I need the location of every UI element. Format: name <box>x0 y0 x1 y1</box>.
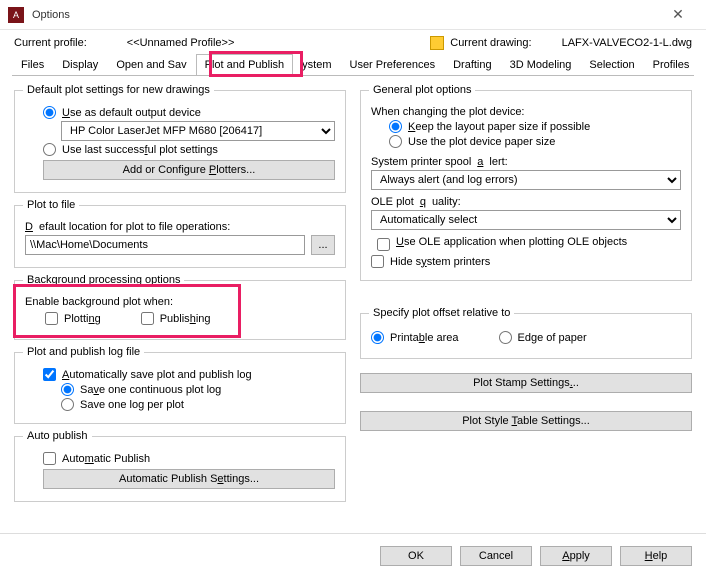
plot-stamp-settings-button[interactable]: Plot Stamp Settings... <box>360 373 692 393</box>
label-use-default: Use as default output device <box>62 107 201 119</box>
profile-label: Current profile: <box>14 37 87 49</box>
tab-open-save[interactable]: Open and Sav <box>107 54 195 75</box>
select-ole-quality[interactable]: Automatically select <box>371 210 681 230</box>
group-plot-offset: Specify plot offset relative to Printabl… <box>360 307 692 359</box>
legend: General plot options <box>369 84 475 96</box>
label-use-plot-device: Use the plot device paper size <box>408 136 555 148</box>
checkbox-publishing[interactable] <box>141 312 154 325</box>
drawing-value: LAFX-VALVECO2-1-L.dwg <box>562 37 692 49</box>
checkbox-automatic-publish[interactable] <box>43 452 56 465</box>
browse-button[interactable]: ... <box>311 235 335 255</box>
label-default-location: Default location for plot to file operat… <box>25 221 335 233</box>
left-column: Default plot settings for new drawings U… <box>14 84 346 502</box>
tab-selection[interactable]: Selection <box>580 54 643 75</box>
tab-profiles[interactable]: Profiles <box>644 54 699 75</box>
label-use-ole: Use OLE application when plotting OLE ob… <box>396 236 627 248</box>
label-one-per-plot: Save one log per plot <box>80 399 184 411</box>
radio-use-last-plot[interactable] <box>43 143 56 156</box>
label-auto-publish: Automatic Publish <box>62 453 150 465</box>
radio-printable-area[interactable] <box>371 331 384 344</box>
group-plot-publish-log: Plot and publish log file Automatically … <box>14 346 346 424</box>
radio-keep-layout-size[interactable] <box>389 120 402 133</box>
label-printable: Printable area <box>390 332 459 344</box>
radio-one-log-per-plot[interactable] <box>61 398 74 411</box>
tab-3d-modeling[interactable]: 3D Modeling <box>501 54 581 75</box>
titlebar: A Options ✕ <box>0 0 706 30</box>
checkbox-hide-printers[interactable] <box>371 255 384 268</box>
label-keep-layout: Keep the layout paper size if possible <box>408 121 590 133</box>
tab-system[interactable]: ystem <box>293 54 340 75</box>
label-one-continuous: Save one continuous plot log <box>80 384 221 396</box>
group-background-processing: Background processing options Enable bac… <box>14 274 346 340</box>
label-plotting: Plotting <box>64 313 101 325</box>
legend: Default plot settings for new drawings <box>23 84 214 96</box>
plot-style-table-settings-button[interactable]: Plot Style Table Settings... <box>360 411 692 431</box>
apply-button[interactable]: Apply <box>540 546 612 566</box>
radio-edge-of-paper[interactable] <box>499 331 512 344</box>
checkbox-auto-save-log[interactable] <box>43 368 56 381</box>
tab-drafting[interactable]: Drafting <box>444 54 501 75</box>
group-general-plot-options: General plot options When changing the p… <box>360 84 692 281</box>
tab-user-prefs[interactable]: User Preferences <box>341 54 445 75</box>
label-hide-printers: Hide system printers <box>390 256 490 268</box>
group-auto-publish: Auto publish Automatic Publish Automatic… <box>14 430 346 502</box>
radio-one-continuous-log[interactable] <box>61 383 74 396</box>
window-title: Options <box>32 9 658 21</box>
app-icon: A <box>8 7 24 23</box>
tab-bar: Files Display Open and Sav Plot and Publ… <box>12 54 694 76</box>
label-spool-alert: System printer spool alert: <box>371 156 681 168</box>
legend: Specify plot offset relative to <box>369 307 514 319</box>
profile-value: <<Unnamed Profile>> <box>127 37 235 49</box>
legend: Background processing options <box>23 274 184 286</box>
select-default-printer[interactable]: HP Color LaserJet MFP M680 [206417] <box>61 121 335 141</box>
right-column: General plot options When changing the p… <box>360 84 692 502</box>
label-ole-quality: OLE plot quality: <box>371 196 681 208</box>
close-icon[interactable]: ✕ <box>658 6 698 23</box>
label-edge: Edge of paper <box>518 332 587 344</box>
select-spool-alert[interactable]: Always alert (and log errors) <box>371 170 681 190</box>
cancel-button[interactable]: Cancel <box>460 546 532 566</box>
automatic-publish-settings-button[interactable]: Automatic Publish Settings... <box>43 469 335 489</box>
group-plot-to-file: Plot to file Default location for plot t… <box>14 199 346 268</box>
label-enable-bg: Enable background plot when: <box>25 296 335 308</box>
checkbox-plotting[interactable] <box>45 312 58 325</box>
checkbox-use-ole-app[interactable] <box>377 238 390 251</box>
profile-row: Current profile: <<Unnamed Profile>> Cur… <box>0 30 706 54</box>
input-plot-file-path[interactable] <box>25 235 305 255</box>
tab-files[interactable]: Files <box>12 54 53 75</box>
help-button[interactable]: Help <box>620 546 692 566</box>
drawing-icon <box>430 36 444 50</box>
ok-button[interactable]: OK <box>380 546 452 566</box>
legend: Plot to file <box>23 199 79 211</box>
add-configure-plotters-button[interactable]: Add or Configure Plotters... <box>43 160 335 180</box>
label-use-last: Use last successful plot settings <box>62 144 218 156</box>
tab-plot-publish[interactable]: Plot and Publish <box>196 54 294 75</box>
radio-use-plot-device-size[interactable] <box>389 135 402 148</box>
tab-display[interactable]: Display <box>53 54 107 75</box>
legend: Plot and publish log file <box>23 346 144 358</box>
drawing-label: Current drawing: <box>450 37 531 49</box>
group-default-plot-settings: Default plot settings for new drawings U… <box>14 84 346 193</box>
dialog-footer: OK Cancel Apply Help <box>0 533 706 577</box>
radio-use-default-device[interactable] <box>43 106 56 119</box>
label-when-changing: When changing the plot device: <box>371 106 681 118</box>
label-auto-save-log: Automatically save plot and publish log <box>62 369 252 381</box>
legend: Auto publish <box>23 430 92 442</box>
label-publishing: Publishing <box>160 313 211 325</box>
